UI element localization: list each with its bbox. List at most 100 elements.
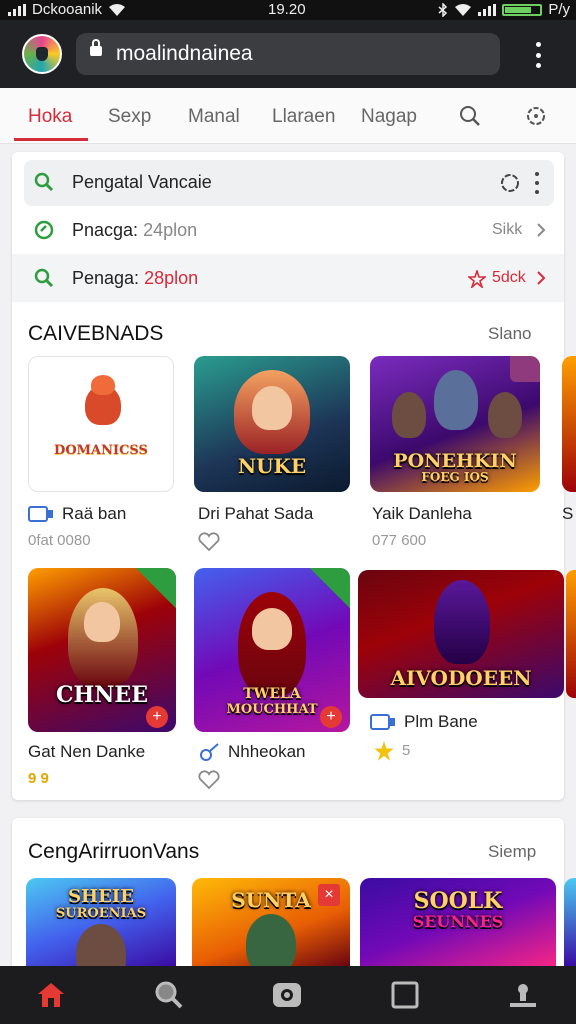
address-bar[interactable]: moalindnainea <box>76 33 500 75</box>
game-tile[interactable]: NUKE <box>194 356 350 492</box>
tab-hoka[interactable]: Hoka <box>28 106 72 128</box>
star-icon <box>374 741 394 761</box>
suggestion-search-text: Pengatal Vancaie <box>72 172 212 192</box>
section-see-all-link[interactable]: Siemp <box>488 842 536 862</box>
battery-icon <box>502 3 543 16</box>
suggestion-row[interactable]: Penaga: 28plon 5dck <box>12 254 564 302</box>
heart-icon[interactable] <box>198 532 220 552</box>
game-art-title: SOOLK <box>413 888 503 914</box>
game-art-character <box>392 392 426 438</box>
heart-icon[interactable] <box>198 770 220 790</box>
chevron-right-icon <box>537 223 546 237</box>
game-title[interactable]: Yaik Danleha <box>372 504 472 524</box>
game-tile[interactable]: AIVODOEEN <box>358 570 564 698</box>
game-tile[interactable]: DOMANICSS <box>28 356 174 492</box>
suggestion-label: Pnacga: <box>72 220 139 240</box>
suggestion-label: Penaga: <box>72 268 140 288</box>
add-icon[interactable]: + <box>146 706 168 728</box>
game-art-character <box>76 924 126 966</box>
url-text: moalindnainea <box>116 42 253 65</box>
game-tile[interactable]: SOOLK SEUNNES <box>360 878 556 966</box>
game-title[interactable]: Dri Pahat Sada <box>198 504 313 524</box>
section-see-all-link[interactable]: Slano <box>488 324 531 344</box>
profile-icon[interactable] <box>506 978 540 1012</box>
game-art-character <box>488 392 522 438</box>
section-title: CAIVEBNADS <box>28 322 164 345</box>
game-tile[interactable]: SUNTA × <box>192 878 350 966</box>
star-icon <box>468 270 486 288</box>
game-tile[interactable]: CHNEE + <box>28 568 176 732</box>
section-title: CengArirruonVans <box>28 840 200 863</box>
game-tile-partial[interactable] <box>564 878 576 966</box>
game-title[interactable]: Plm Bane <box>404 712 478 732</box>
cell-signal-icon <box>8 3 26 16</box>
suggestion-value: 24plon <box>143 220 198 240</box>
camera-icon[interactable] <box>270 978 304 1012</box>
tab-sexp[interactable]: Sexp <box>108 106 151 128</box>
game-art-title: PONEHKIN <box>393 450 517 472</box>
wifi-icon <box>455 3 472 16</box>
game-art-title: CHNEE <box>56 682 148 708</box>
settings-icon[interactable] <box>524 104 548 128</box>
search-icon <box>34 268 54 288</box>
corner-badge <box>510 356 540 382</box>
check-circle-icon <box>34 220 54 240</box>
game-meta: 9 9 <box>28 770 49 787</box>
game-tile[interactable]: PONEHKIN FOEG IOS <box>370 356 540 492</box>
game-rating: 5 <box>402 742 411 759</box>
game-art-subtitle: FOEG IOS <box>421 470 489 484</box>
active-tab-indicator <box>14 138 88 141</box>
game-art-character <box>252 608 292 650</box>
suggestion-search-field[interactable]: Pengatal Vancaie <box>24 160 554 206</box>
game-tile-partial[interactable] <box>566 570 576 698</box>
bluetooth-icon <box>438 2 448 17</box>
tabs-icon[interactable] <box>388 978 422 1012</box>
suggestion-row[interactable]: Pnacga: 24plon Sikk <box>12 206 564 254</box>
game-art-title: NUKE <box>237 454 307 478</box>
corner-badge <box>136 568 176 608</box>
game-art-title: AIVODOEEN <box>390 666 532 690</box>
game-art-subtitle: SUROENIAS <box>55 906 147 921</box>
tab-llaraen[interactable]: Llaraen <box>272 106 335 128</box>
settings-icon[interactable] <box>498 171 522 195</box>
close-icon[interactable]: × <box>318 884 340 906</box>
game-category-icon <box>200 743 219 761</box>
game-title[interactable]: S <box>562 504 573 524</box>
home-icon[interactable] <box>34 978 68 1012</box>
search-icon[interactable] <box>458 104 482 128</box>
tab-manal[interactable]: Manal <box>188 106 240 128</box>
clock: 19.20 <box>268 1 306 18</box>
game-art-title: SHEIE <box>68 886 134 907</box>
search-icon <box>34 172 54 192</box>
app-logo-icon[interactable] <box>22 34 62 74</box>
game-title[interactable]: Gat Nen Danke <box>28 742 145 762</box>
game-art-character <box>84 602 120 642</box>
game-title[interactable]: Raä ban <box>62 504 126 524</box>
more-icon[interactable] <box>534 172 540 194</box>
game-art-subtitle: SEUNNES <box>412 912 504 931</box>
kebab-menu-icon[interactable] <box>534 42 542 68</box>
game-title[interactable]: Nhheokan <box>228 742 306 762</box>
game-meta: 077 600 <box>372 532 427 549</box>
suggestion-action: 5dck <box>492 269 526 286</box>
game-art-character <box>434 580 490 664</box>
add-icon[interactable]: + <box>320 706 342 728</box>
wifi-icon <box>109 3 126 16</box>
tab-nagap[interactable]: Nagap <box>361 106 417 128</box>
cell-signal-icon <box>478 3 497 16</box>
game-art-title: DOMANICSS <box>54 443 148 458</box>
tab-bar: Hoka Sexp Manal Llaraen Nagap <box>0 88 576 144</box>
bottom-navigation <box>0 966 576 1024</box>
search-icon[interactable] <box>152 978 186 1012</box>
game-tile[interactable]: TWELA MOUCHHAT + <box>194 568 350 732</box>
corner-badge <box>310 568 350 608</box>
game-art-character <box>434 370 478 430</box>
status-bar: Dckooanik 19.20 P/у <box>0 0 576 20</box>
lock-icon <box>90 39 102 56</box>
game-tile[interactable]: SHEIE SUROENIAS <box>26 878 176 966</box>
game-tile-partial[interactable] <box>562 356 576 492</box>
chevron-right-icon <box>537 271 546 285</box>
carrier-name: Dckooanik <box>32 1 103 18</box>
game-art-character <box>246 914 296 966</box>
game-category-icon <box>370 714 395 730</box>
